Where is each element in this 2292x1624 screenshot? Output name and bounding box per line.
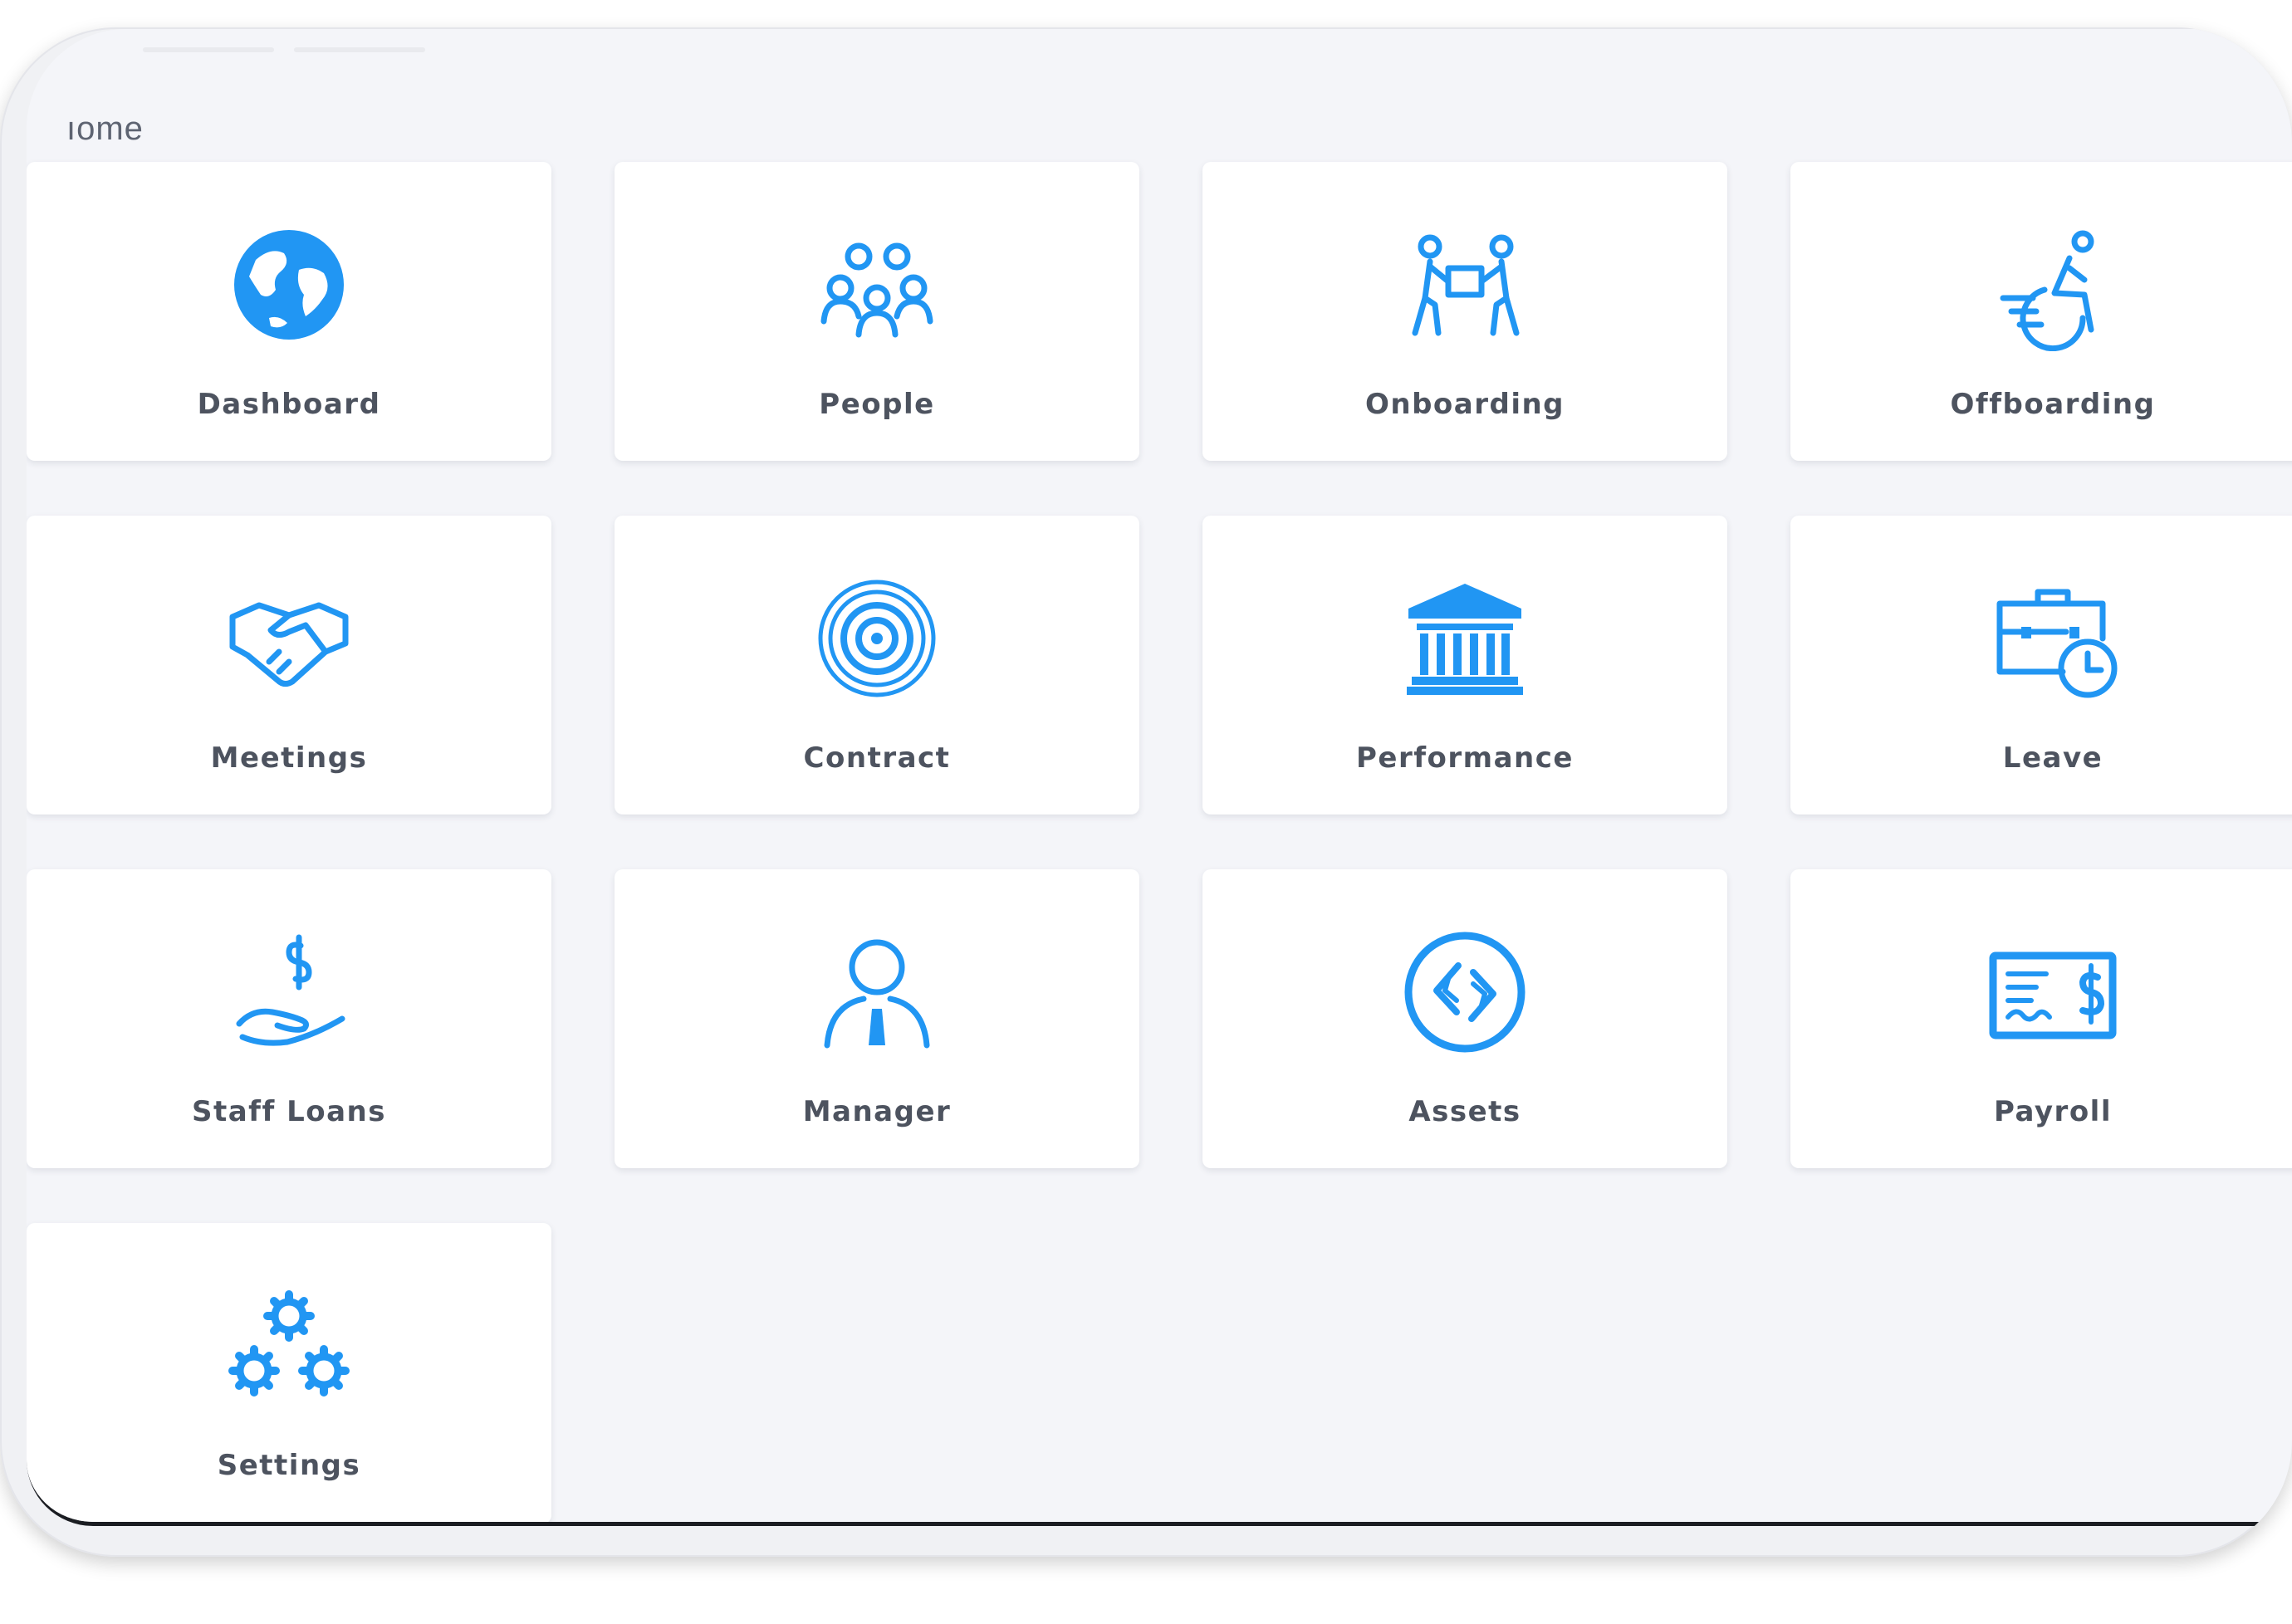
tile-label: Settings: [217, 1449, 361, 1482]
tile-label: Performance: [1356, 741, 1574, 775]
tile-offboarding[interactable]: Offboarding: [1790, 162, 2292, 461]
people-group-icon: [811, 218, 943, 351]
handshake-icon: [223, 572, 355, 705]
app-screen: ıome Dashboard People Onboarding Offboar…: [27, 29, 2292, 1526]
tile-dashboard[interactable]: Dashboard: [27, 162, 551, 461]
tile-label: Dashboard: [197, 388, 381, 421]
tile-label: Assets: [1408, 1095, 1521, 1128]
tile-payroll[interactable]: Payroll: [1790, 869, 2292, 1168]
people-carrying-box-icon: [1398, 218, 1531, 351]
tablet-frame: ıome Dashboard People Onboarding Offboar…: [0, 27, 2292, 1557]
tile-meetings[interactable]: Meetings: [27, 516, 551, 814]
target-icon: [811, 572, 943, 705]
tile-manager[interactable]: Manager: [615, 869, 1139, 1168]
tile-contract[interactable]: Contract: [615, 516, 1139, 814]
gears-icon: [223, 1279, 355, 1412]
hand-dollar-icon: [223, 926, 355, 1059]
bank-building-icon: [1398, 572, 1531, 705]
briefcase-clock-icon: [1986, 572, 2119, 705]
tile-label: Meetings: [210, 741, 368, 775]
tile-staff-loans[interactable]: Staff Loans: [27, 869, 551, 1168]
manager-person-icon: [811, 926, 943, 1059]
globe-icon: [223, 218, 355, 351]
tile-leave[interactable]: Leave: [1790, 516, 2292, 814]
module-grid: Dashboard People Onboarding Offboarding …: [27, 29, 2292, 1522]
tile-label: Staff Loans: [191, 1095, 386, 1128]
tile-onboarding[interactable]: Onboarding: [1202, 162, 1727, 461]
tile-label: Payroll: [1993, 1095, 2112, 1128]
tile-people[interactable]: People: [615, 162, 1139, 461]
assets-circle-icon: [1398, 926, 1531, 1059]
tile-label: Contract: [803, 741, 951, 775]
tile-settings[interactable]: Settings: [27, 1223, 551, 1522]
tile-label: Offboarding: [1950, 388, 2156, 421]
tile-performance[interactable]: Performance: [1202, 516, 1727, 814]
tile-label: Leave: [2002, 741, 2103, 775]
tile-label: Manager: [802, 1095, 952, 1128]
wheelchair-moving-icon: [1986, 218, 2119, 351]
tile-label: People: [819, 388, 935, 421]
cheque-dollar-icon: [1986, 926, 2119, 1059]
tile-label: Onboarding: [1364, 388, 1565, 421]
tile-assets[interactable]: Assets: [1202, 869, 1727, 1168]
